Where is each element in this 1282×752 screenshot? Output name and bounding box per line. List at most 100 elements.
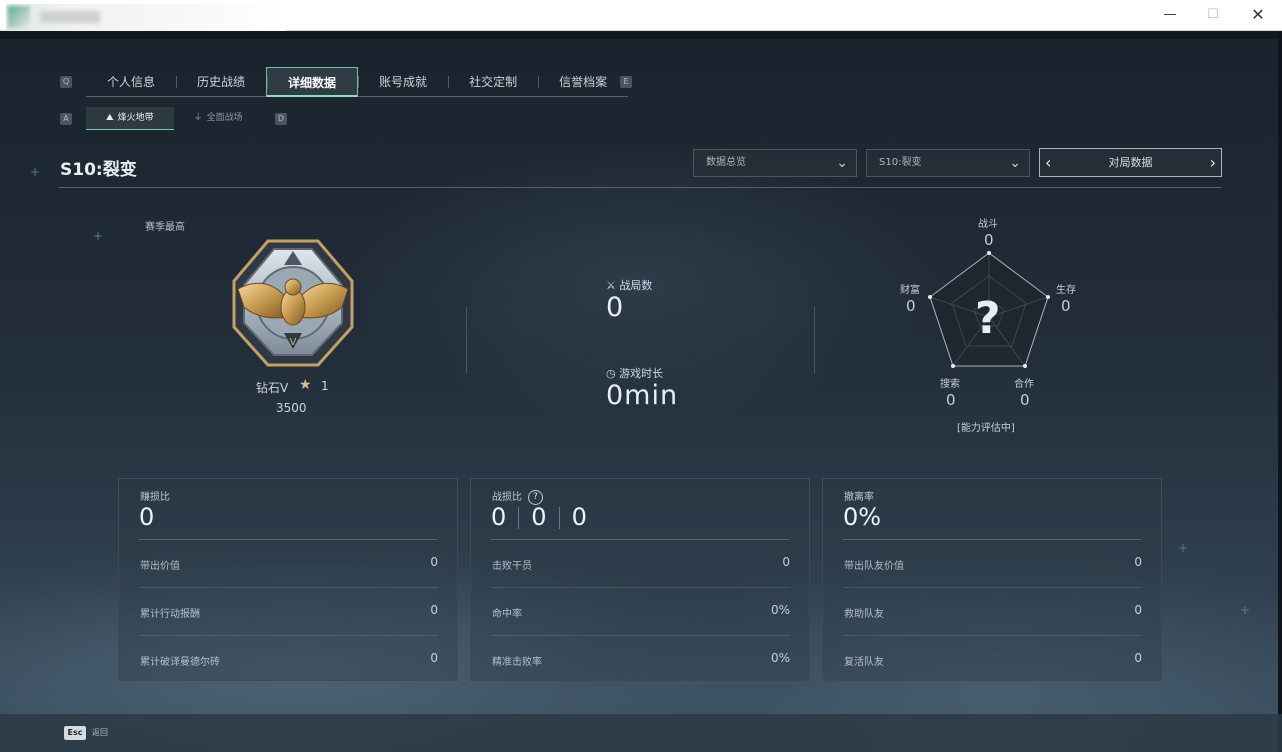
extraction-panel: 撤离率 0% 带出队友价值 0 救助队友 0 复活队友 0: [822, 478, 1162, 681]
season-dropdown[interactable]: S10:裂变 ⌄: [866, 149, 1030, 177]
app-name-redacted: [40, 11, 100, 23]
tab-social[interactable]: 社交定制: [448, 67, 538, 97]
season-title: S10:裂变: [60, 160, 137, 180]
stat-key: 精准击败率: [492, 657, 542, 668]
kd-values: 000: [491, 503, 587, 531]
subtab-prev-key[interactable]: A: [60, 113, 72, 125]
stat-key: 带出价值: [140, 561, 180, 572]
window-titlebar: — ☐ ✕: [0, 0, 1282, 34]
stat-key: 救助队友: [844, 609, 884, 620]
tab-detailed-data[interactable]: 详细数据: [266, 67, 359, 97]
panel-big-value: 0%: [843, 503, 882, 531]
matches-label: 战局数: [619, 279, 653, 292]
radar-label-cooperation: 合作: [1014, 379, 1034, 390]
stat-key: 复活队友: [844, 657, 884, 668]
ability-radar: ? 战斗 0 生存 0 合作 0 搜索 0 财富 0 [能力评估中]: [900, 211, 1080, 441]
radar-value-search: 0: [946, 391, 956, 409]
app-icon: [8, 6, 30, 28]
radar-value-survival: 0: [1061, 297, 1071, 315]
mode-subtabs: ⛰ 烽火地带 ⏚ 全面战场: [86, 107, 263, 130]
decor-plus-icon: +: [1178, 541, 1189, 555]
decor-plus-icon: +: [30, 165, 41, 179]
stat-row: 救助队友 0: [844, 588, 1142, 636]
chevron-left-icon[interactable]: ‹: [1045, 149, 1051, 176]
stat-value: 0%: [770, 603, 790, 617]
tab-personal-info[interactable]: 个人信息: [86, 67, 176, 97]
subtab-next-key[interactable]: D: [275, 113, 287, 125]
chevron-down-icon: ⌄: [836, 155, 848, 171]
subtab-warzone[interactable]: ⛰ 烽火地带: [86, 107, 174, 130]
header-divider: [58, 187, 1222, 188]
stat-row: 击败干员 0: [492, 540, 790, 588]
rank-stars: 1: [321, 379, 329, 393]
star-icon: ★: [299, 377, 312, 393]
esc-key-hint[interactable]: Esc: [64, 726, 86, 740]
stat-key: 击败干员: [492, 561, 532, 572]
stat-value: 0: [782, 555, 790, 569]
playtime-label: 游戏时长: [619, 367, 664, 380]
kd-deaths: 0: [531, 503, 547, 531]
stat-row: 带出队友价值 0: [844, 540, 1142, 588]
match-data-pager: ‹ 对局数据 ›: [1039, 148, 1222, 177]
decor-plus-icon: +: [1240, 603, 1251, 617]
warzone-icon: ⛰: [106, 113, 114, 123]
diamond-rank-emblem: V: [232, 239, 354, 367]
radar-label-survival: 生存: [1056, 285, 1076, 296]
stat-row: 命中率 0%: [492, 588, 790, 636]
pager-label: 对局数据: [1108, 156, 1153, 169]
kd-kills: 0: [491, 503, 507, 531]
panel-big-value: 0: [139, 503, 155, 531]
panel-head: 战损比: [492, 492, 522, 503]
tab-prev-key[interactable]: Q: [60, 76, 72, 88]
radar-status: [能力评估中]: [957, 423, 1015, 434]
stat-row: 累计行动报酬 0: [140, 588, 438, 636]
battlefield-icon: ⏚: [193, 113, 203, 123]
rank-score: 3500: [276, 401, 307, 415]
section-divider: [814, 307, 815, 373]
svg-text:V: V: [290, 337, 297, 348]
stat-key: 累计破译曼德尔砖: [140, 657, 220, 668]
playtime-label-row: ◷ 游戏时长: [606, 365, 663, 381]
stat-value: 0: [430, 603, 438, 617]
season-dropdown-value: S10:裂变: [879, 157, 922, 168]
radar-unknown-mark: ?: [975, 293, 1001, 344]
profit-panel: 赚损比 0 带出价值 0 累计行动报酬 0 累计破译曼德尔砖 0: [118, 478, 458, 681]
radar-value-cooperation: 0: [1020, 391, 1030, 409]
tab-achievements[interactable]: 账号成就: [358, 67, 448, 97]
stat-row: 复活队友 0: [844, 636, 1142, 684]
subtab-warzone-label: 烽火地带: [117, 113, 154, 123]
close-button[interactable]: ✕: [1243, 4, 1273, 26]
kd-assists: 0: [571, 503, 587, 531]
stat-value: 0: [430, 651, 438, 665]
subtab-battlefield[interactable]: ⏚ 全面战场: [174, 107, 263, 130]
matches-label-row: ⚔ 战局数: [606, 277, 652, 293]
overview-dropdown-value: 数据总览: [706, 157, 746, 168]
radar-label-wealth: 财富: [900, 285, 920, 296]
panel-head: 赚损比: [140, 492, 170, 503]
kd-separator: [558, 507, 560, 529]
maximize-button[interactable]: ☐: [1198, 4, 1228, 26]
top-stripe: [0, 31, 1282, 39]
right-edge: [1278, 31, 1282, 752]
decor-plus-icon: +: [93, 229, 104, 243]
stat-value: 0: [430, 555, 438, 569]
radar-label-combat: 战斗: [978, 219, 998, 230]
rank-tier: 钻石V: [256, 381, 289, 395]
stat-value: 0: [1134, 603, 1142, 617]
clock-icon: ◷: [606, 367, 616, 380]
tab-next-key[interactable]: E: [620, 76, 632, 88]
chevron-down-icon: ⌄: [1009, 155, 1021, 171]
bottom-bar: [0, 714, 1282, 752]
tab-match-history[interactable]: 历史战绩: [176, 67, 266, 97]
season-best-label: 赛季最高: [145, 222, 185, 233]
panel-head: 撤离率: [844, 492, 874, 503]
minimize-button[interactable]: —: [1155, 4, 1185, 26]
game-viewport: + + + + Q 个人信息 历史战绩 详细数据 账号成就 社交定制 信誉档案 …: [0, 31, 1282, 752]
subtab-battlefield-label: 全面战场: [206, 113, 243, 123]
stat-row: 带出价值 0: [140, 540, 438, 588]
back-label[interactable]: 返回: [92, 727, 108, 738]
tab-reputation[interactable]: 信誉档案: [538, 67, 628, 97]
overview-dropdown[interactable]: 数据总览 ⌄: [693, 149, 857, 177]
chevron-right-icon[interactable]: ›: [1210, 149, 1216, 176]
radar-value-wealth: 0: [906, 297, 916, 315]
